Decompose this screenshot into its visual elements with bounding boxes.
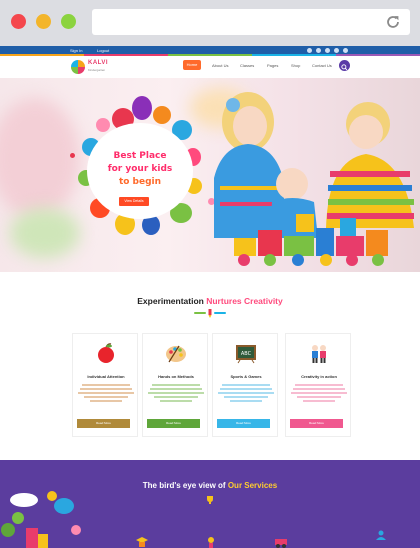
services-title-highlight: Our Services [227,481,278,490]
nav-item-contact[interactable]: Contact Us [312,63,332,68]
browser-chrome [0,0,420,46]
nav-item-pages[interactable]: Pages [267,63,278,68]
read-more-button[interactable]: Read More [290,419,343,428]
chalkboard-icon: ABC [236,345,256,364]
search-icon [341,64,348,71]
twitter-icon[interactable] [316,48,321,53]
search-button[interactable] [339,60,350,71]
services-title-part1: The bird's eye view of [142,481,228,490]
paint-splash [132,96,152,120]
read-more-button[interactable]: Read More [217,419,270,428]
nav-item-home[interactable]: Home [183,60,201,70]
toy-car-icon [275,539,287,548]
minimize-window-button[interactable] [36,14,51,29]
paint-splash [153,106,171,124]
card-title: Sports & Games [230,374,262,379]
features-title-highlight: Nurtures Creativity [206,296,283,306]
card-title: Individual Attention [87,374,125,379]
google-plus-icon[interactable] [334,48,339,53]
nav-item-shop[interactable]: Shop [291,63,300,68]
vimeo-icon[interactable] [325,48,330,53]
feature-card-hands-on-methods: Hands on Methods Read More [142,333,208,437]
main-navbar: KALVI Kindergarten Home About Us Classes… [0,56,420,78]
maximize-window-button[interactable] [61,14,76,29]
background-blur [0,98,80,218]
read-more-button[interactable]: Read More [77,419,130,428]
nav-item-classes[interactable]: Classes [240,63,254,68]
trophy-icon [207,496,213,504]
hero-title-line3: to begin [118,177,162,187]
top-utility-bar: Sign In Logout [0,46,420,56]
kids-playing-photo [214,92,414,266]
pencil-icon [208,309,212,318]
card-description-lines [78,382,134,404]
instagram-icon[interactable] [343,48,348,53]
graduation-cap-icon [136,537,148,547]
card-description-lines [148,382,204,404]
hero-title-line1: Best Place [113,151,167,161]
title-divider [214,312,226,314]
screenshot-frame: Sign In Logout KALVI Kindergarten Home A… [0,0,420,548]
feature-card-creativity-in-action: Creativity in action Read More [285,333,351,437]
feature-card-sports-games: ABC Sports & Games Read More [212,333,278,437]
card-title: Creativity in action [301,374,337,379]
paint-splash [96,118,110,132]
title-divider [194,312,206,314]
features-title-part1: Experimentation [137,296,207,306]
logo-icon[interactable] [71,60,85,74]
paint-splash [70,153,75,158]
paint-palette-icon [166,345,186,363]
view-details-button[interactable]: View Details [119,197,149,206]
user-icon [376,530,386,540]
background-blur [10,208,80,258]
playground-illustration [1,491,81,548]
hero-banner: Best Place for your kids to begin View D… [0,78,420,272]
award-icon [208,537,214,548]
card-title: Hands on Methods [158,374,194,379]
card-description-lines [218,382,274,404]
brand-tagline: Kindergarten [88,68,106,72]
nav-item-about[interactable]: About Us [212,63,228,68]
address-bar[interactable] [92,9,410,35]
hero-title-line2: for your kids [107,164,173,174]
services-section: The bird's eye view of Our Services [0,460,420,548]
svg-text:ABC: ABC [241,351,252,357]
brand-name[interactable]: KALVI [88,60,108,66]
feature-card-individual-attention: Individual Attention Read More [72,333,138,437]
read-more-button[interactable]: Read More [147,419,200,428]
card-description-lines [291,382,347,404]
facebook-icon[interactable] [307,48,312,53]
kids-icon [312,345,326,363]
close-window-button[interactable] [11,14,26,29]
features-section-title: Experimentation Nurtures Creativity [0,296,420,306]
reload-icon[interactable] [384,13,402,31]
apple-icon [98,343,114,363]
